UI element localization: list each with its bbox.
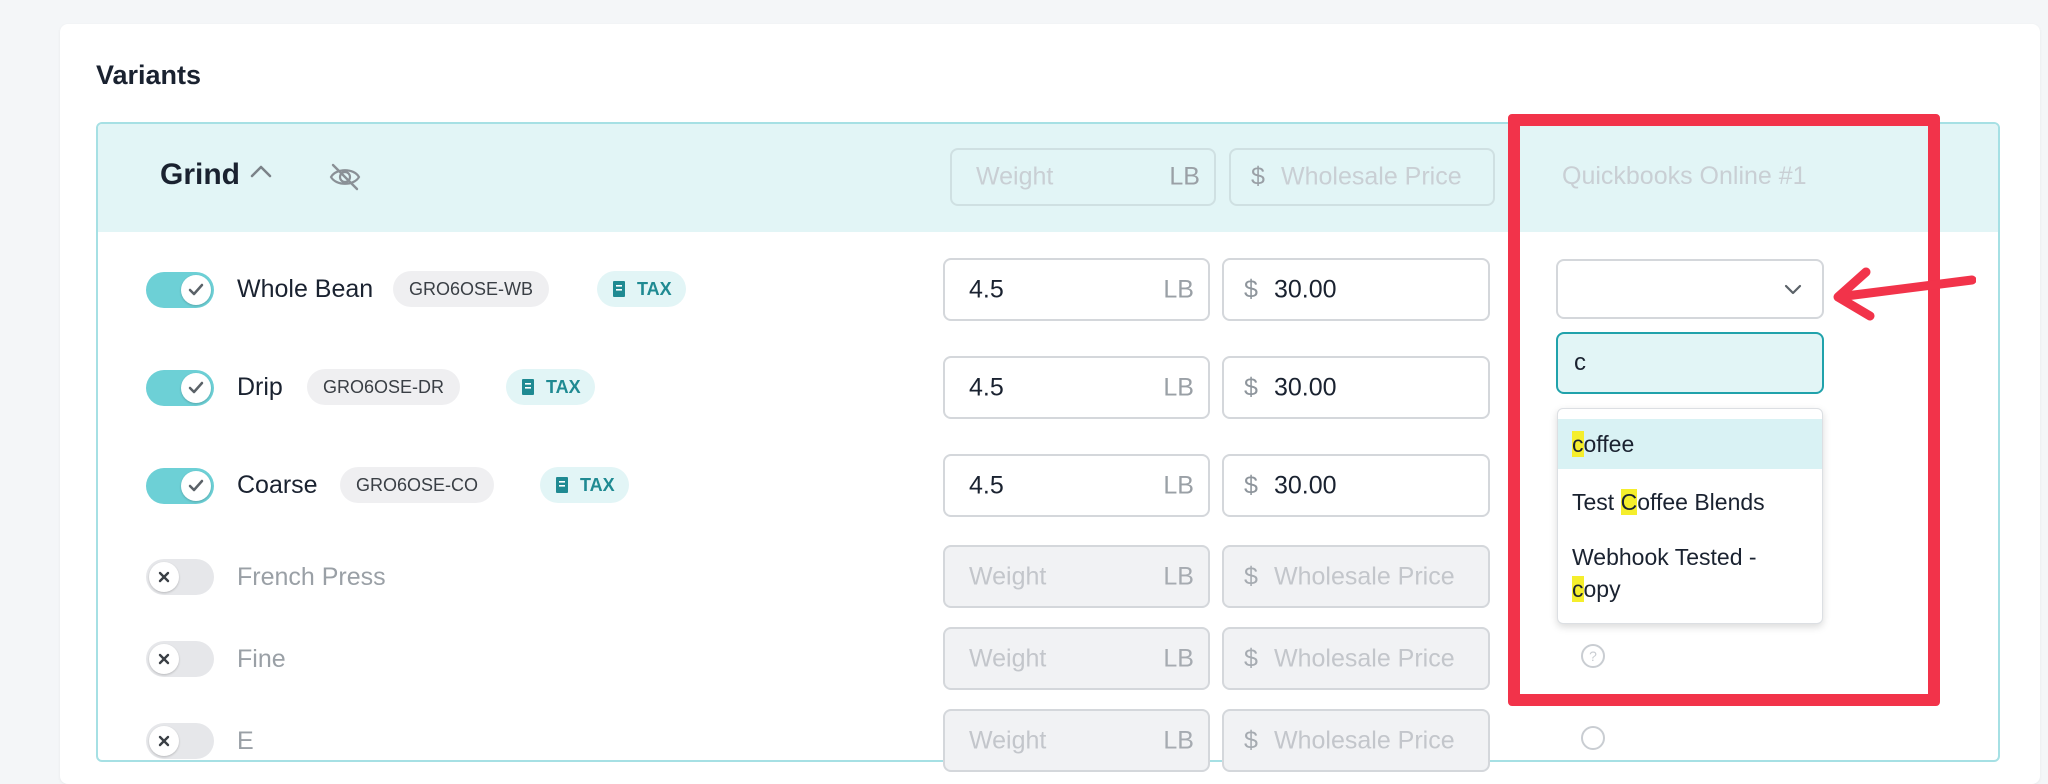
wholesale-price-input[interactable]: $ 30.00 <box>1222 258 1490 321</box>
weight-input[interactable]: 4.5 LB <box>943 454 1210 517</box>
help-icon[interactable] <box>1580 725 1606 751</box>
variant-toggle[interactable] <box>146 723 214 759</box>
wholesale-price-input[interactable]: $ 30.00 <box>1222 454 1490 517</box>
variant-toggle[interactable] <box>146 468 214 504</box>
weight-input[interactable]: 4.5 LB <box>943 356 1210 419</box>
wholesale-price-input[interactable]: $ Wholesale Price <box>1222 545 1490 608</box>
check-icon <box>188 381 204 394</box>
sku-badge: GRO6OSE-CO <box>340 467 495 503</box>
annotation-highlight-box <box>1508 114 1940 706</box>
header-wholesale-price-input[interactable]: $ Wholesale Price <box>1229 148 1495 206</box>
check-icon <box>188 479 204 492</box>
variant-toggle[interactable] <box>146 641 214 677</box>
chevron-up-icon[interactable] <box>250 164 272 178</box>
variant-toggle[interactable] <box>146 370 214 406</box>
tax-badge[interactable]: TAX <box>597 271 686 307</box>
tax-badge[interactable]: TAX <box>506 369 595 405</box>
wholesale-price-input[interactable]: $ 30.00 <box>1222 356 1490 419</box>
variant-name: Drip <box>237 373 283 401</box>
wholesale-price-input[interactable]: $ Wholesale Price <box>1222 627 1490 690</box>
variant-toggle[interactable] <box>146 559 214 595</box>
sku-badge: GRO6OSE-DR <box>307 369 461 405</box>
tax-document-icon <box>556 477 568 493</box>
weight-input[interactable]: 4.5 LB <box>943 258 1210 321</box>
weight-input[interactable]: Weight LB <box>943 709 1210 772</box>
variant-name: Fine <box>237 645 286 673</box>
wholesale-price-input[interactable]: $ Wholesale Price <box>1222 709 1490 772</box>
variant-name: Coarse <box>237 471 318 499</box>
header-weight-input[interactable]: Weight LB <box>950 148 1216 206</box>
sku-badge: GRO6OSE-WB <box>393 271 550 307</box>
variant-toggle[interactable] <box>146 272 214 308</box>
eye-off-icon[interactable] <box>328 162 362 192</box>
group-name: Grind <box>160 158 240 191</box>
x-icon <box>158 653 170 665</box>
annotation-arrow-icon <box>1833 267 1976 321</box>
weight-input[interactable]: Weight LB <box>943 545 1210 608</box>
x-icon <box>158 735 170 747</box>
tax-badge[interactable]: TAX <box>540 467 629 503</box>
variant-name: Whole Bean <box>237 275 374 303</box>
tax-document-icon <box>522 379 534 395</box>
section-title: Variants <box>96 60 202 90</box>
weight-input[interactable]: Weight LB <box>943 627 1210 690</box>
tax-document-icon <box>613 281 625 297</box>
x-icon <box>158 571 170 583</box>
variant-name: E <box>237 727 254 755</box>
check-icon <box>188 283 204 296</box>
variant-name: French Press <box>237 563 386 591</box>
